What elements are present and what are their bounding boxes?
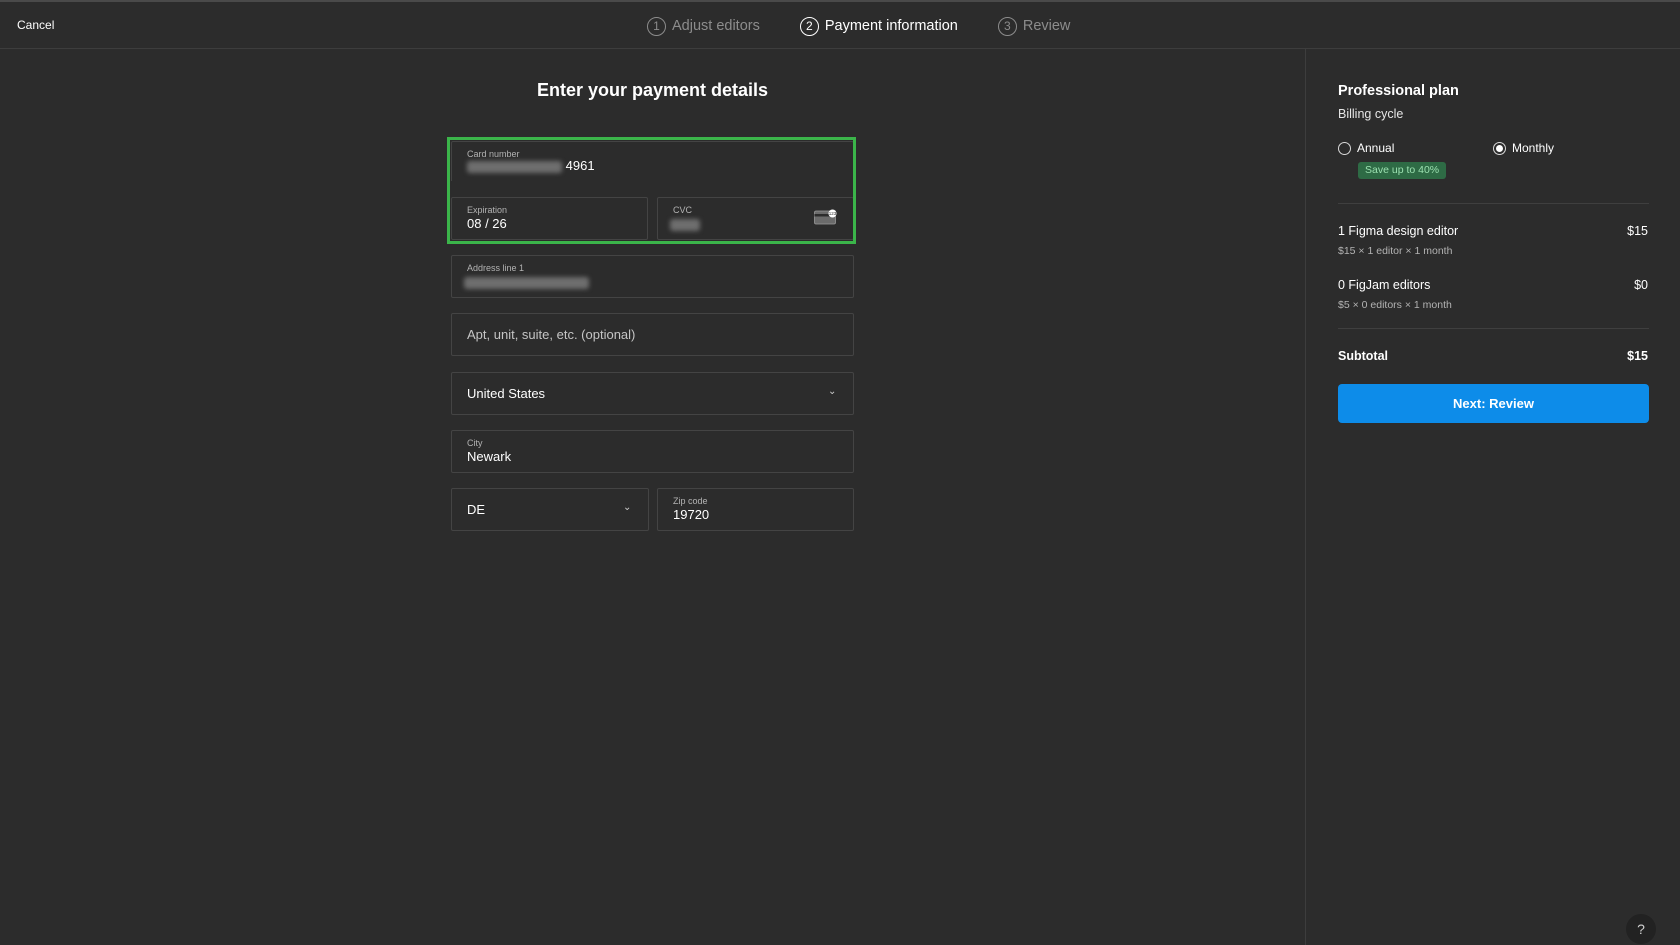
cvc-field[interactable]: CVC 123	[657, 197, 854, 240]
zip-code-label: Zip code	[673, 496, 708, 506]
card-number-value: 4961	[467, 158, 595, 173]
address-line1-value	[464, 274, 589, 289]
address-line2-placeholder: Apt, unit, suite, etc. (optional)	[467, 327, 636, 342]
address-line2-field[interactable]: Apt, unit, suite, etc. (optional)	[451, 313, 854, 356]
top-bar: Cancel 1 Adjust editors 2 Payment inform…	[0, 0, 1680, 49]
cvc-label: CVC	[673, 205, 693, 215]
help-button[interactable]: ?	[1626, 914, 1656, 944]
divider	[1338, 328, 1649, 329]
page-title: Enter your payment details	[536, 80, 769, 100]
city-label: City	[467, 438, 483, 448]
divider	[1338, 203, 1649, 204]
card-last-four: 4961	[565, 158, 595, 173]
step-number-1: 1	[647, 16, 666, 36]
city-value: Newark	[467, 449, 512, 464]
billing-cycle-label: Billing cycle	[1338, 107, 1404, 121]
line-item-detail: $5 × 0 editors × 1 month	[1338, 299, 1452, 311]
zip-code-field[interactable]: Zip code 19720	[657, 488, 854, 531]
chevron-down-icon: ⌄	[623, 502, 632, 513]
step-review[interactable]: 3 Review	[997, 16, 1071, 36]
line-item-title: 0 FigJam editors	[1338, 278, 1431, 292]
line-item-price: $0	[1634, 278, 1648, 292]
step-number-2: 2	[799, 16, 819, 36]
annual-label: Annual	[1357, 141, 1395, 155]
country-value: United States	[467, 386, 546, 401]
city-field[interactable]: City Newark	[451, 430, 854, 473]
zip-code-value: 19720	[673, 507, 710, 522]
next-review-button[interactable]: Next: Review	[1338, 384, 1649, 423]
billing-annual-option[interactable]: Annual	[1338, 141, 1394, 155]
masked-cvc	[670, 218, 700, 231]
state-select[interactable]: DE ⌄	[451, 488, 649, 531]
country-select[interactable]: United States ⌄	[451, 372, 854, 415]
masked-digits	[467, 160, 562, 173]
line-item-price: $15	[1627, 224, 1648, 238]
step-label: Review	[1022, 18, 1071, 34]
card-number-field[interactable]: Card number 4961	[451, 141, 854, 181]
masked-address	[464, 276, 589, 289]
expiration-value: 08 / 26	[467, 216, 507, 231]
step-adjust-editors[interactable]: 1 Adjust editors	[647, 16, 760, 36]
address-line1-label: Address line 1	[467, 263, 525, 273]
step-label: Adjust editors	[672, 18, 760, 34]
subtotal-label: Subtotal	[1338, 349, 1388, 363]
cancel-button[interactable]: Cancel	[17, 18, 54, 32]
monthly-label: Monthly	[1512, 141, 1555, 155]
order-summary-panel: Professional plan Billing cycle Annual S…	[1305, 49, 1680, 945]
step-label: Payment information	[824, 18, 958, 34]
line-item-title: 1 Figma design editor	[1338, 224, 1459, 238]
step-payment-information[interactable]: 2 Payment information	[799, 16, 958, 36]
chevron-down-icon: ⌄	[828, 386, 837, 397]
expiration-field[interactable]: Expiration 08 / 26	[451, 197, 648, 240]
radio-unselected-icon[interactable]	[1338, 141, 1351, 155]
address-line1-field[interactable]: Address line 1	[451, 255, 854, 298]
expiration-label: Expiration	[467, 205, 508, 215]
save-badge: Save up to 40%	[1358, 162, 1447, 179]
plan-title: Professional plan	[1338, 83, 1459, 99]
step-number-3: 3	[997, 16, 1017, 36]
payment-page: Cancel 1 Adjust editors 2 Payment inform…	[0, 0, 1680, 945]
stepper: 1 Adjust editors 2 Payment information 3…	[647, 15, 1070, 37]
billing-monthly-option[interactable]: Monthly	[1493, 141, 1554, 155]
state-value: DE	[467, 502, 486, 517]
card-cvc-icon: 123	[814, 209, 837, 225]
radio-selected-icon[interactable]	[1493, 141, 1506, 155]
svg-text:123: 123	[829, 211, 837, 216]
cvc-value	[670, 216, 700, 231]
subtotal-value: $15	[1627, 349, 1648, 363]
line-item-detail: $15 × 1 editor × 1 month	[1338, 245, 1453, 257]
